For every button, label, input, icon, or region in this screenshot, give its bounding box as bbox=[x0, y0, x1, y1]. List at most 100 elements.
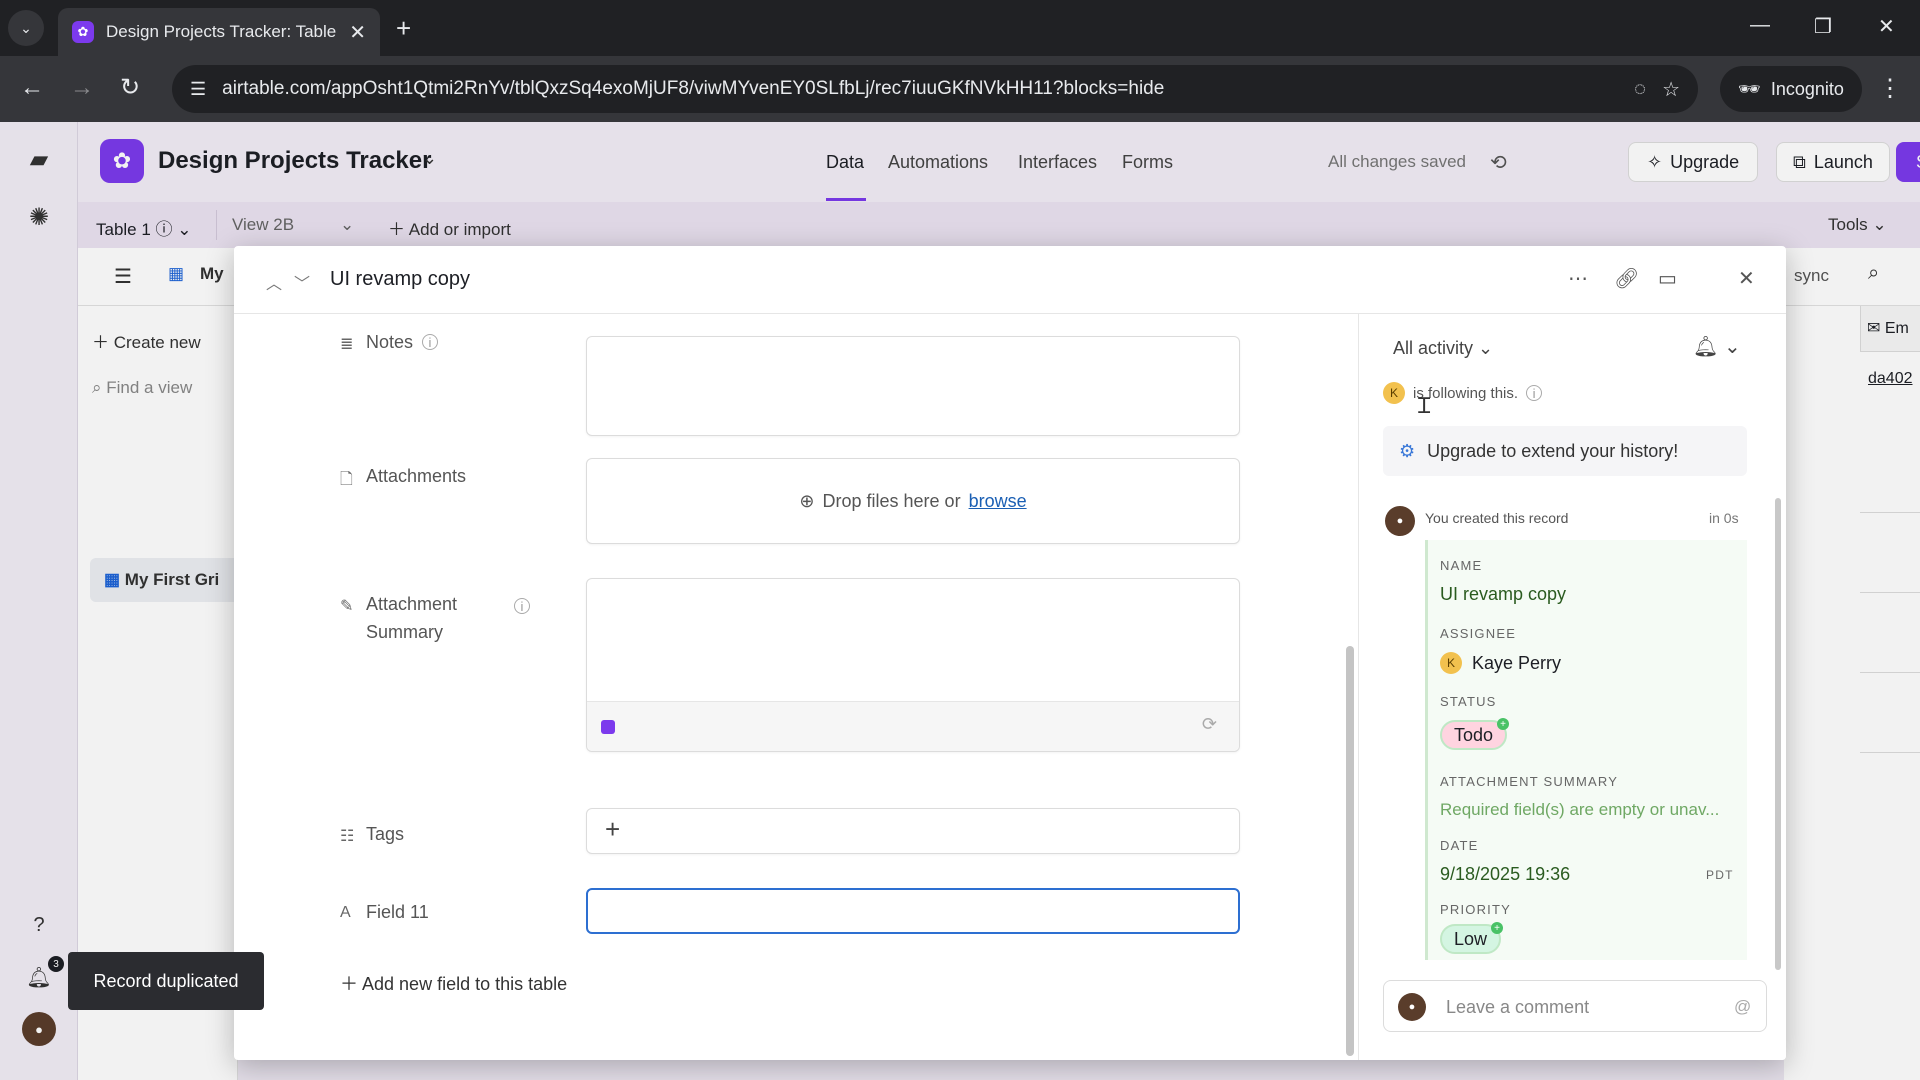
tab-close-icon[interactable]: ✕ bbox=[349, 20, 366, 45]
sidebar-item-view[interactable]: ▦ My First Gri bbox=[104, 570, 219, 590]
ai-chip-icon bbox=[601, 720, 615, 734]
refresh-icon[interactable]: ⟳ bbox=[1202, 714, 1217, 735]
tab-divider bbox=[216, 210, 217, 240]
activity-scrollbar[interactable] bbox=[1775, 498, 1781, 970]
browser-tabstrip: ⌄ ✿ Design Projects Tracker: Table ✕ + —… bbox=[0, 0, 1920, 56]
mention-icon[interactable]: @ bbox=[1734, 997, 1751, 1017]
nav-data[interactable]: Data bbox=[826, 152, 864, 173]
create-view-button[interactable]: ＋ Create new bbox=[92, 328, 201, 353]
url-text[interactable]: airtable.com/appOsht1Qtmi2RnYv/tblQxzSq4… bbox=[222, 78, 1618, 100]
activity-panel: All activity ⌄ 🔔︎ ⌄ K is following this.… bbox=[1358, 314, 1786, 1060]
copy-link-icon[interactable]: 🔗︎ bbox=[1614, 266, 1639, 291]
incognito-label: Incognito bbox=[1770, 78, 1844, 99]
assignee-value: K Kaye Perry bbox=[1440, 652, 1561, 674]
summary-key: ATTACHMENT SUMMARY bbox=[1440, 774, 1619, 789]
attachments-dropzone[interactable]: ⊕ Drop files here or browse bbox=[586, 458, 1240, 544]
reload-icon[interactable]: ↻ bbox=[120, 74, 140, 102]
upload-icon: ⊕ bbox=[799, 490, 815, 511]
commenter-avatar: ● bbox=[1398, 993, 1426, 1021]
view-tab[interactable]: View 2B bbox=[232, 215, 294, 235]
omni-icon[interactable]: ✺ bbox=[22, 200, 56, 234]
more-options-icon[interactable]: ⋯ bbox=[1568, 266, 1588, 291]
upgrade-button[interactable]: ✧ Upgrade bbox=[1628, 142, 1759, 182]
follower-row: K is following this. i bbox=[1383, 382, 1543, 404]
browser-tab[interactable]: ✿ Design Projects Tracker: Table ✕ bbox=[58, 8, 380, 56]
tools-menu[interactable]: Tools ⌄ bbox=[1828, 215, 1887, 235]
next-record-icon[interactable]: ﹀ bbox=[294, 270, 310, 294]
bookmark-star-icon[interactable]: ☆ bbox=[1662, 77, 1680, 102]
upgrade-label: Upgrade bbox=[1670, 151, 1740, 172]
previous-record-icon[interactable]: ︿ bbox=[266, 270, 282, 294]
comments-toggle-icon[interactable]: ▭ bbox=[1658, 266, 1677, 291]
eye-off-icon[interactable]: ◌ bbox=[1634, 78, 1646, 101]
restore-icon[interactable]: ❐ bbox=[1814, 14, 1832, 39]
priority-key: PRIORITY bbox=[1440, 902, 1511, 917]
help-icon[interactable]: ? bbox=[22, 908, 56, 942]
field11-label: Field 11 bbox=[366, 902, 429, 922]
browse-link[interactable]: browse bbox=[969, 491, 1027, 512]
nav-forms[interactable]: Forms bbox=[1122, 152, 1173, 173]
table-tab[interactable]: Table 1 ⓘ ⌄ bbox=[96, 215, 192, 240]
attachment-file-icon: 🗋 bbox=[340, 471, 353, 488]
history-icon[interactable]: ⟲ bbox=[1490, 150, 1507, 175]
tab-search-icon[interactable]: ⌄ bbox=[8, 10, 44, 46]
window-close-icon[interactable]: ✕ bbox=[1878, 14, 1895, 39]
grid-view-icon: ▦ bbox=[168, 264, 185, 283]
priority-pill: Low + bbox=[1440, 922, 1504, 954]
new-tab-icon[interactable]: + bbox=[396, 14, 411, 42]
create-view-label: Create new bbox=[113, 333, 201, 352]
nav-interfaces[interactable]: Interfaces bbox=[1018, 152, 1097, 173]
table-name: Table 1 bbox=[96, 220, 151, 239]
record-title[interactable]: UI revamp copy bbox=[330, 268, 470, 291]
comment-input[interactable] bbox=[1446, 991, 1716, 1023]
incognito-badge[interactable]: 🕶 Incognito bbox=[1720, 66, 1862, 112]
assignee-name: Kaye Perry bbox=[1472, 652, 1562, 673]
date-timezone: PDT bbox=[1706, 868, 1734, 882]
back-icon[interactable]: ← bbox=[20, 74, 44, 102]
comment-composer[interactable]: ● @ bbox=[1383, 980, 1767, 1032]
activity-filter-dropdown[interactable]: All activity ⌄ bbox=[1393, 338, 1493, 359]
info-icon[interactable]: i bbox=[514, 598, 530, 614]
address-bar[interactable]: ☰ airtable.com/appOsht1Qtmi2RnYv/tblQxzS… bbox=[172, 65, 1698, 113]
field11-input[interactable] bbox=[586, 888, 1240, 934]
attachment-summary-field[interactable]: ⟳ bbox=[586, 578, 1240, 752]
activity-filter-label: All activity bbox=[1393, 338, 1474, 358]
add-tag-icon[interactable]: + bbox=[605, 815, 620, 843]
close-icon[interactable]: ✕ bbox=[1738, 266, 1755, 291]
chevron-down-icon[interactable]: ⌄ bbox=[422, 148, 437, 169]
site-info-icon[interactable]: ☰ bbox=[190, 79, 206, 100]
base-name[interactable]: Design Projects Tracker bbox=[158, 147, 431, 175]
base-logo-icon[interactable]: ✿ bbox=[100, 139, 144, 183]
info-icon[interactable]: i bbox=[1526, 385, 1543, 401]
share-button[interactable]: Share bbox=[1896, 142, 1920, 182]
follower-avatar: K bbox=[1383, 382, 1405, 404]
attachments-label: Attachments bbox=[366, 466, 467, 486]
home-logo-icon[interactable]: ▰ bbox=[22, 142, 56, 176]
forward-icon[interactable]: → bbox=[70, 74, 94, 102]
hamburger-icon[interactable]: ☰ bbox=[114, 264, 132, 289]
add-new-field-button[interactable]: ＋ Add new field to this table bbox=[340, 970, 567, 996]
info-icon[interactable]: i bbox=[422, 334, 438, 350]
tables-chevron-icon[interactable]: ⌄ bbox=[340, 215, 354, 235]
search-icon[interactable]: ⌕ bbox=[1868, 262, 1879, 285]
tags-field[interactable]: + bbox=[586, 808, 1240, 854]
browser-toolbar: ← → ↻ ☰ airtable.com/appOsht1Qtmi2RnYv/t… bbox=[0, 56, 1920, 122]
notification-settings-icon[interactable]: 🔔︎ ⌄ bbox=[1693, 334, 1741, 359]
nav-automations[interactable]: Automations bbox=[888, 152, 988, 173]
view-name: View 2B bbox=[232, 215, 295, 234]
add-import-button[interactable]: ＋ Add or import bbox=[388, 215, 511, 240]
notes-field[interactable] bbox=[586, 336, 1240, 436]
browser-menu-icon[interactable]: ⋮ bbox=[1878, 74, 1902, 103]
user-avatar[interactable]: ● bbox=[22, 1012, 56, 1046]
email-column-header[interactable]: ✉ Em bbox=[1860, 306, 1920, 352]
sync-label[interactable]: sync bbox=[1794, 266, 1829, 286]
email-cell[interactable]: da402 bbox=[1868, 370, 1913, 388]
find-view-input[interactable]: ⌕ Find a view bbox=[92, 378, 192, 398]
minimize-icon[interactable]: — bbox=[1750, 14, 1770, 37]
fields-scrollbar[interactable] bbox=[1346, 646, 1354, 1056]
upgrade-history-banner[interactable]: ⚙ Upgrade to extend your history! bbox=[1383, 426, 1747, 476]
launch-button[interactable]: ⧉ Launch bbox=[1776, 142, 1890, 182]
assignee-avatar: K bbox=[1440, 652, 1462, 674]
view-title[interactable]: My bbox=[200, 264, 224, 284]
drop-text: Drop files here or bbox=[822, 490, 961, 511]
